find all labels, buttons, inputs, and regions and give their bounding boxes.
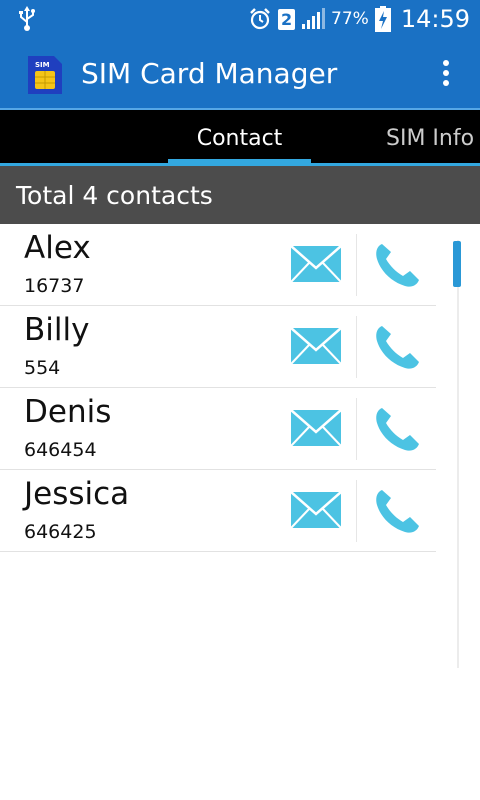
contact-row[interactable]: Billy 554	[0, 306, 436, 388]
phone-handset-icon[interactable]	[372, 404, 422, 454]
contacts-count-header: Total 4 contacts	[0, 166, 480, 224]
overflow-dot	[443, 60, 449, 66]
contact-name: Jessica	[24, 476, 130, 512]
contact-number: 646454	[24, 439, 97, 461]
phone-handset-icon[interactable]	[372, 322, 422, 372]
scrollbar-thumb[interactable]	[453, 241, 461, 287]
phone-handset-icon[interactable]	[372, 240, 422, 290]
contact-list: Alex 16737 Billy 554 Denis 646454 Jessic…	[0, 224, 436, 552]
clock-time: 14:59	[400, 5, 470, 33]
action-divider	[356, 398, 357, 460]
sim-card-logo-icon: SIM	[28, 56, 62, 94]
envelope-icon[interactable]	[290, 242, 342, 286]
svg-text:SIM: SIM	[35, 61, 50, 69]
contact-number: 16737	[24, 275, 85, 297]
tab-bar: Contact SIM Info	[0, 110, 480, 165]
signal-strength-icon	[302, 8, 326, 29]
overflow-dot	[443, 80, 449, 86]
contact-row[interactable]: Alex 16737	[0, 224, 436, 306]
tab-sim-info-label: SIM Info	[386, 126, 475, 151]
contact-name: Billy	[24, 312, 90, 348]
envelope-icon[interactable]	[290, 406, 342, 450]
alarm-clock-icon	[250, 8, 270, 30]
contact-row[interactable]: Jessica 646425	[0, 470, 436, 552]
contact-number: 554	[24, 357, 61, 379]
action-divider	[356, 316, 357, 378]
scrollbar-track[interactable]	[457, 240, 459, 668]
contact-row[interactable]: Denis 646454	[0, 388, 436, 470]
contacts-count-text: Total 4 contacts	[16, 181, 213, 210]
app-bar: SIM SIM Card Manager	[0, 38, 480, 110]
action-divider	[356, 234, 357, 296]
overflow-menu-button[interactable]	[438, 56, 454, 92]
tab-sim-info[interactable]: SIM Info	[386, 110, 474, 165]
contact-name: Alex	[24, 230, 91, 266]
app-title: SIM Card Manager	[81, 57, 338, 90]
battery-percent: 77%	[331, 9, 369, 29]
contact-number: 646425	[24, 521, 97, 543]
action-divider	[356, 480, 357, 542]
envelope-icon[interactable]	[290, 488, 342, 532]
status-bar: 2 77% 14:59	[0, 0, 480, 38]
usb-icon	[19, 6, 35, 31]
battery-charging-icon	[374, 6, 391, 32]
tab-contact[interactable]: Contact	[168, 110, 311, 165]
envelope-icon[interactable]	[290, 324, 342, 368]
contact-name: Denis	[24, 394, 112, 430]
sim-slot-badge: 2	[278, 8, 296, 30]
overflow-dot	[443, 70, 449, 76]
phone-handset-icon[interactable]	[372, 486, 422, 536]
tab-contact-label: Contact	[196, 126, 283, 151]
